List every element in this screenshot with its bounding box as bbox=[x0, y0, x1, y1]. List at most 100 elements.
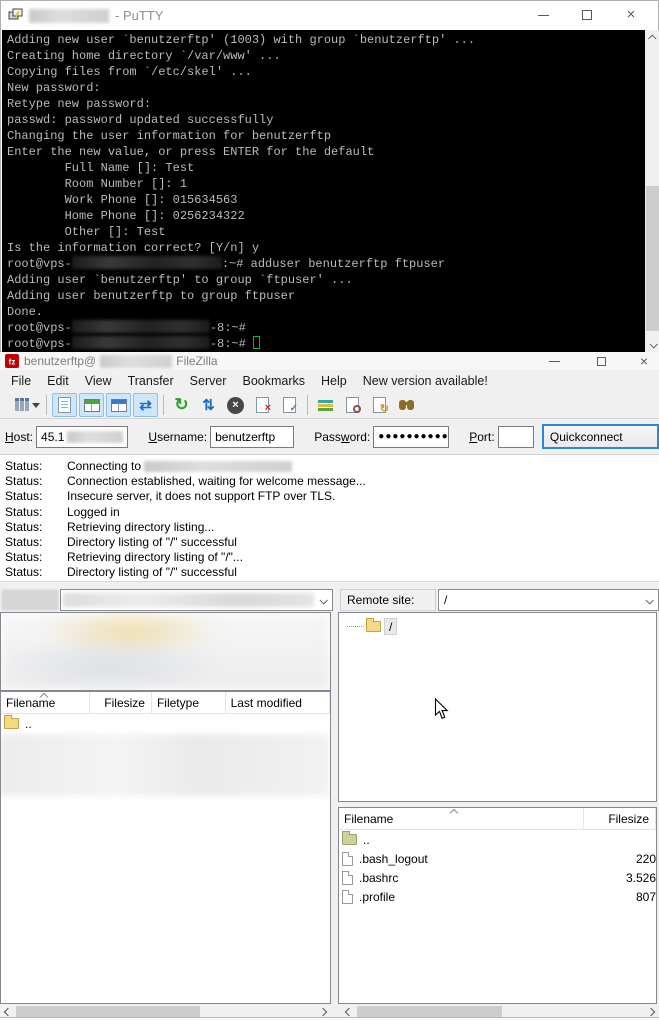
remote-directory-tree[interactable]: / bbox=[338, 612, 657, 802]
remote-file-list[interactable]: Filename Filesize .. .bash_logout 220 bbox=[338, 807, 657, 1004]
putty-scrollbar[interactable] bbox=[645, 30, 659, 352]
host-input[interactable]: 45.1 bbox=[36, 426, 128, 448]
scrollbar-thumb[interactable] bbox=[646, 186, 659, 331]
status-row: Status:Logged in bbox=[0, 505, 659, 520]
binoculars-icon bbox=[399, 400, 406, 410]
scroll-down-icon[interactable] bbox=[645, 337, 659, 352]
port-input[interactable] bbox=[498, 426, 534, 448]
transfer-queue-icon: ⇄ bbox=[139, 396, 152, 414]
filter-button[interactable] bbox=[313, 393, 338, 417]
disconnect-button[interactable]: × bbox=[250, 393, 275, 417]
putty-minimize-icon[interactable] bbox=[532, 1, 554, 29]
password-input[interactable]: ●●●●●●●●●● bbox=[373, 426, 449, 448]
filezilla-window: fz benutzerftp@ FileZilla × File Edit Vi… bbox=[0, 352, 659, 1020]
menu-bookmarks[interactable]: Bookmarks bbox=[234, 372, 313, 390]
menu-edit[interactable]: Edit bbox=[39, 372, 77, 390]
site-manager-button[interactable] bbox=[4, 393, 29, 417]
quickconnect-button[interactable]: Quickconnect bbox=[542, 424, 659, 449]
server-address-blur bbox=[144, 461, 292, 472]
terminal-prompt-line: root@vps-:~# adduser benutzerftp ftpuser bbox=[7, 256, 645, 272]
local-site-combo[interactable] bbox=[60, 589, 333, 611]
site-manager-icon bbox=[15, 401, 19, 411]
menu-transfer[interactable]: Transfer bbox=[120, 372, 182, 390]
filezilla-title: benutzerftp@ FileZilla bbox=[24, 354, 218, 368]
filezilla-titlebar[interactable]: fz benutzerftp@ FileZilla × bbox=[0, 352, 659, 370]
terminal-line: Copying files from `/etc/skel' ... bbox=[7, 64, 645, 80]
toggle-local-tree-button[interactable] bbox=[79, 393, 104, 417]
menu-file[interactable]: File bbox=[3, 372, 39, 390]
selected-tree-item[interactable]: / bbox=[384, 618, 397, 635]
column-filesize[interactable]: Filesize bbox=[584, 808, 656, 829]
putty-maximize-icon[interactable] bbox=[576, 1, 598, 29]
chevron-down-icon bbox=[319, 596, 327, 604]
remote-tree-root-item[interactable]: / bbox=[347, 618, 397, 635]
menu-view[interactable]: View bbox=[77, 372, 120, 390]
check-icon: ✓ bbox=[290, 404, 298, 414]
menu-server[interactable]: Server bbox=[182, 372, 235, 390]
scroll-up-icon[interactable] bbox=[645, 30, 659, 45]
terminal-line: Full Name []: Test bbox=[7, 160, 645, 176]
reconnect-button[interactable]: ✓ bbox=[277, 393, 302, 417]
column-filesize[interactable]: Filesize bbox=[90, 692, 152, 713]
column-filetype[interactable]: Filetype bbox=[152, 692, 226, 713]
status-row: Status:Retrieving directory listing of "… bbox=[0, 550, 659, 565]
folder-icon bbox=[366, 621, 381, 632]
chevron-down-icon bbox=[645, 596, 653, 604]
toolbar: ⇄ ↻ ⇅ × × ✓ ↻ bbox=[0, 392, 659, 419]
username-input[interactable]: benutzerftp bbox=[210, 426, 294, 448]
process-queue-button[interactable]: ⇅ bbox=[196, 393, 221, 417]
local-file-list[interactable]: Filename Filesize Filetype Last modified… bbox=[0, 691, 331, 1004]
status-row: Status:Directory listing of "/" successf… bbox=[0, 535, 659, 550]
port-label: Port: bbox=[469, 430, 494, 444]
remote-file-row[interactable]: .bashrc 3.526 bbox=[339, 868, 656, 887]
filezilla-maximize-icon[interactable] bbox=[591, 352, 611, 370]
column-filename[interactable]: Filename bbox=[1, 692, 90, 713]
local-updir-row[interactable]: .. bbox=[1, 714, 330, 733]
red-x-icon: × bbox=[265, 403, 271, 414]
synchronized-browsing-button[interactable]: ↻ bbox=[367, 393, 392, 417]
terminal-line: Retype new password: bbox=[7, 96, 645, 112]
file-icon bbox=[342, 852, 353, 866]
remote-site-combo[interactable]: / bbox=[438, 589, 659, 611]
putty-titlebar[interactable]: - PuTTY × bbox=[1, 1, 658, 30]
column-last-modified[interactable]: Last modified bbox=[226, 692, 330, 713]
filezilla-close-icon[interactable]: × bbox=[634, 352, 654, 370]
local-list-header: Filename Filesize Filetype Last modified bbox=[1, 692, 330, 714]
toggle-message-log-button[interactable] bbox=[52, 393, 77, 417]
cancel-button[interactable]: × bbox=[223, 393, 248, 417]
mouse-cursor bbox=[434, 698, 451, 721]
terminal-line: Other []: Test bbox=[7, 224, 645, 240]
toggle-transfer-queue-button[interactable]: ⇄ bbox=[133, 393, 158, 417]
menu-new-version[interactable]: New version available! bbox=[355, 372, 496, 390]
status-row: Status:Connection established, waiting f… bbox=[0, 474, 659, 489]
refresh-icon: ↻ bbox=[174, 395, 188, 415]
remote-file-row[interactable]: .profile 807 bbox=[339, 887, 656, 906]
find-files-button[interactable] bbox=[394, 393, 419, 417]
status-log[interactable]: Status:Connecting to Status:Connection e… bbox=[0, 455, 659, 581]
terminal-line: Adding new user `benutzerftp' (1003) wit… bbox=[7, 32, 645, 48]
status-row: Status:Connecting to bbox=[0, 459, 659, 474]
terminal-line: Home Phone []: 0256234322 bbox=[7, 208, 645, 224]
refresh-button[interactable]: ↻ bbox=[169, 393, 194, 417]
remote-updir-row[interactable]: .. bbox=[339, 830, 656, 849]
directory-comparison-button[interactable] bbox=[340, 393, 365, 417]
site-manager-dropdown[interactable] bbox=[30, 393, 42, 417]
column-filename[interactable]: Filename bbox=[339, 808, 584, 829]
hostname-blur bbox=[72, 320, 210, 333]
toggle-remote-tree-button[interactable] bbox=[106, 393, 131, 417]
status-row: Status:Insecure server, it does not supp… bbox=[0, 489, 659, 504]
terminal-line: Changing the user information for benutz… bbox=[7, 128, 645, 144]
putty-terminal[interactable]: Adding new user `benutzerftp' (1003) wit… bbox=[2, 30, 645, 352]
local-directory-tree[interactable] bbox=[0, 612, 331, 691]
putty-hostname-blur bbox=[29, 9, 109, 23]
username-label: Username: bbox=[148, 430, 207, 444]
screen: - PuTTY × Adding new user `benutzerftp' … bbox=[0, 0, 659, 1020]
folder-icon bbox=[342, 834, 357, 845]
putty-window: - PuTTY × Adding new user `benutzerftp' … bbox=[0, 0, 659, 352]
cancel-icon: × bbox=[227, 397, 244, 414]
remote-pane: Remote site: / / Filename bbox=[338, 586, 659, 1020]
remote-file-row[interactable]: .bash_logout 220 bbox=[339, 849, 656, 868]
filezilla-minimize-icon[interactable] bbox=[544, 352, 564, 370]
putty-close-icon[interactable]: × bbox=[620, 1, 642, 29]
menu-help[interactable]: Help bbox=[313, 372, 355, 390]
